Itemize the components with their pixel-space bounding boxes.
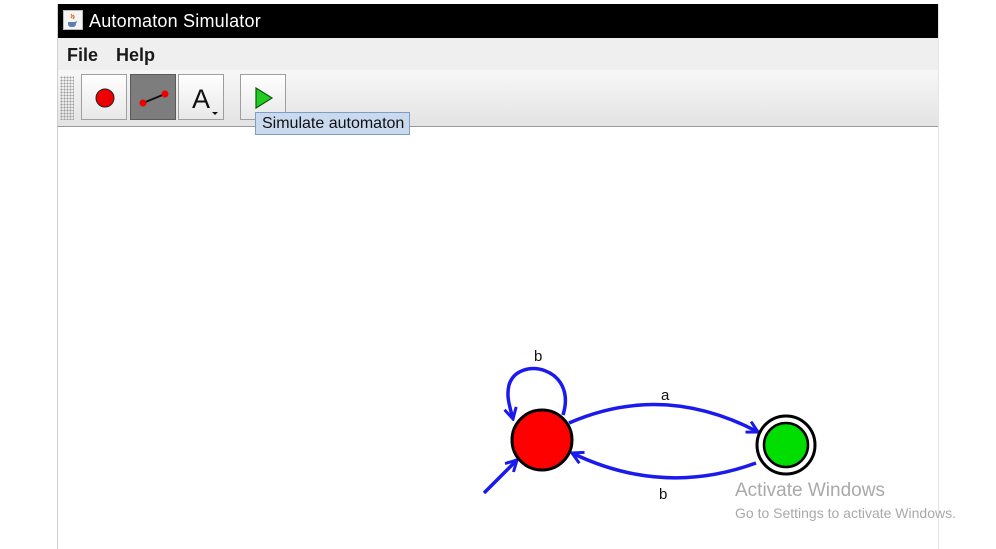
transition-label: b: [659, 486, 667, 503]
toolbar: A: [58, 70, 938, 127]
add-state-button[interactable]: [81, 74, 127, 120]
menu-bar: File Help: [58, 38, 938, 70]
add-transition-button[interactable]: [130, 74, 176, 120]
menu-file[interactable]: File: [67, 45, 98, 66]
app-window: Automaton Simulator File Help A Simulate…: [57, 4, 939, 549]
transition-label: a: [661, 387, 670, 404]
watermark-subtitle: Go to Settings to activate Windows.: [735, 505, 956, 521]
watermark-title: Activate Windows: [735, 480, 885, 501]
label-tool-button[interactable]: A: [178, 74, 224, 120]
transition-q1-q0[interactable]: [572, 453, 757, 480]
transition-q0-q1[interactable]: [568, 402, 758, 432]
java-app-icon: [63, 10, 83, 30]
transition-line-icon: [139, 90, 169, 107]
title-bar: Automaton Simulator: [58, 4, 938, 38]
red-dot-icon: [95, 88, 115, 108]
menu-help[interactable]: Help: [116, 45, 155, 66]
state-q1[interactable]: [755, 414, 817, 476]
toolbar-grip[interactable]: [60, 76, 74, 120]
letter-a-icon: A: [192, 84, 218, 115]
initial-state-arrow: [482, 460, 517, 495]
activate-windows-watermark: Activate Windows Go to Settings to activ…: [735, 480, 956, 521]
window-title: Automaton Simulator: [89, 11, 261, 31]
state-q0[interactable]: [510, 408, 574, 472]
svg-text:A: A: [192, 84, 210, 114]
transition-label: b: [534, 348, 542, 365]
